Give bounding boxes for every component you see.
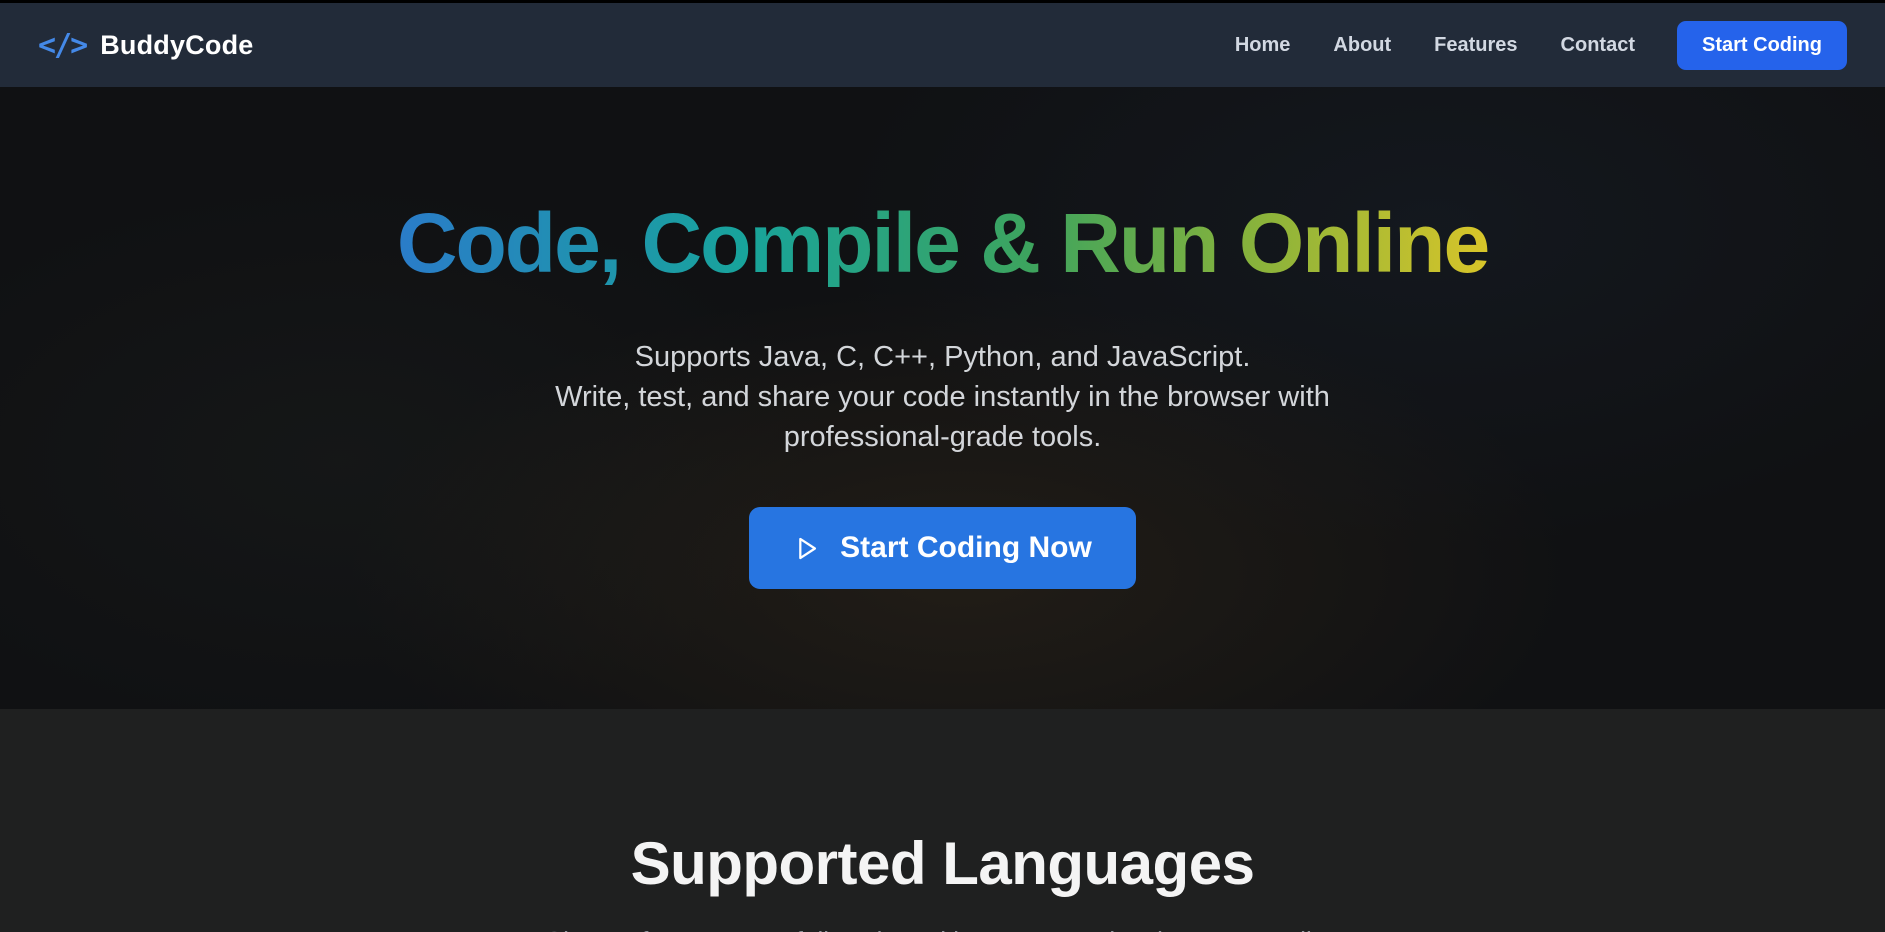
nav-links: Home About Features Contact [1235, 34, 1635, 57]
nav-item-features[interactable]: Features [1434, 34, 1517, 57]
hero-section: Code, Compile & Run Online Supports Java… [0, 87, 1885, 709]
section-title: Supported Languages [0, 829, 1885, 898]
hero-subtitle-line: Supports Java, C, C++, Python, and JavaS… [0, 337, 1885, 377]
start-coding-now-button[interactable]: Start Coding Now [749, 507, 1136, 589]
brand-name: BuddyCode [100, 30, 253, 61]
supported-languages-section: Supported Languages Choose from our care… [0, 709, 1885, 932]
code-slash-icon: </> [38, 28, 86, 63]
hero-cta-label: Start Coding Now [840, 531, 1092, 565]
nav-item-home[interactable]: Home [1235, 34, 1291, 57]
navbar: </> BuddyCode Home About Features Contac… [0, 0, 1885, 87]
hero-subtitle-line: Write, test, and share your code instant… [0, 377, 1885, 417]
nav-right: Home About Features Contact Start Coding [1235, 21, 1847, 70]
brand-logo[interactable]: </> BuddyCode [38, 28, 253, 63]
hero-subtitle-line: professional-grade tools. [0, 417, 1885, 457]
start-coding-button[interactable]: Start Coding [1677, 21, 1847, 70]
section-description: Choose from our carefully selected langu… [0, 926, 1885, 932]
nav-item-contact[interactable]: Contact [1561, 34, 1635, 57]
play-icon [793, 535, 820, 562]
hero-subtitle: Supports Java, C, C++, Python, and JavaS… [0, 337, 1885, 457]
hero-title: Code, Compile & Run Online [397, 87, 1488, 287]
nav-item-about[interactable]: About [1333, 34, 1391, 57]
